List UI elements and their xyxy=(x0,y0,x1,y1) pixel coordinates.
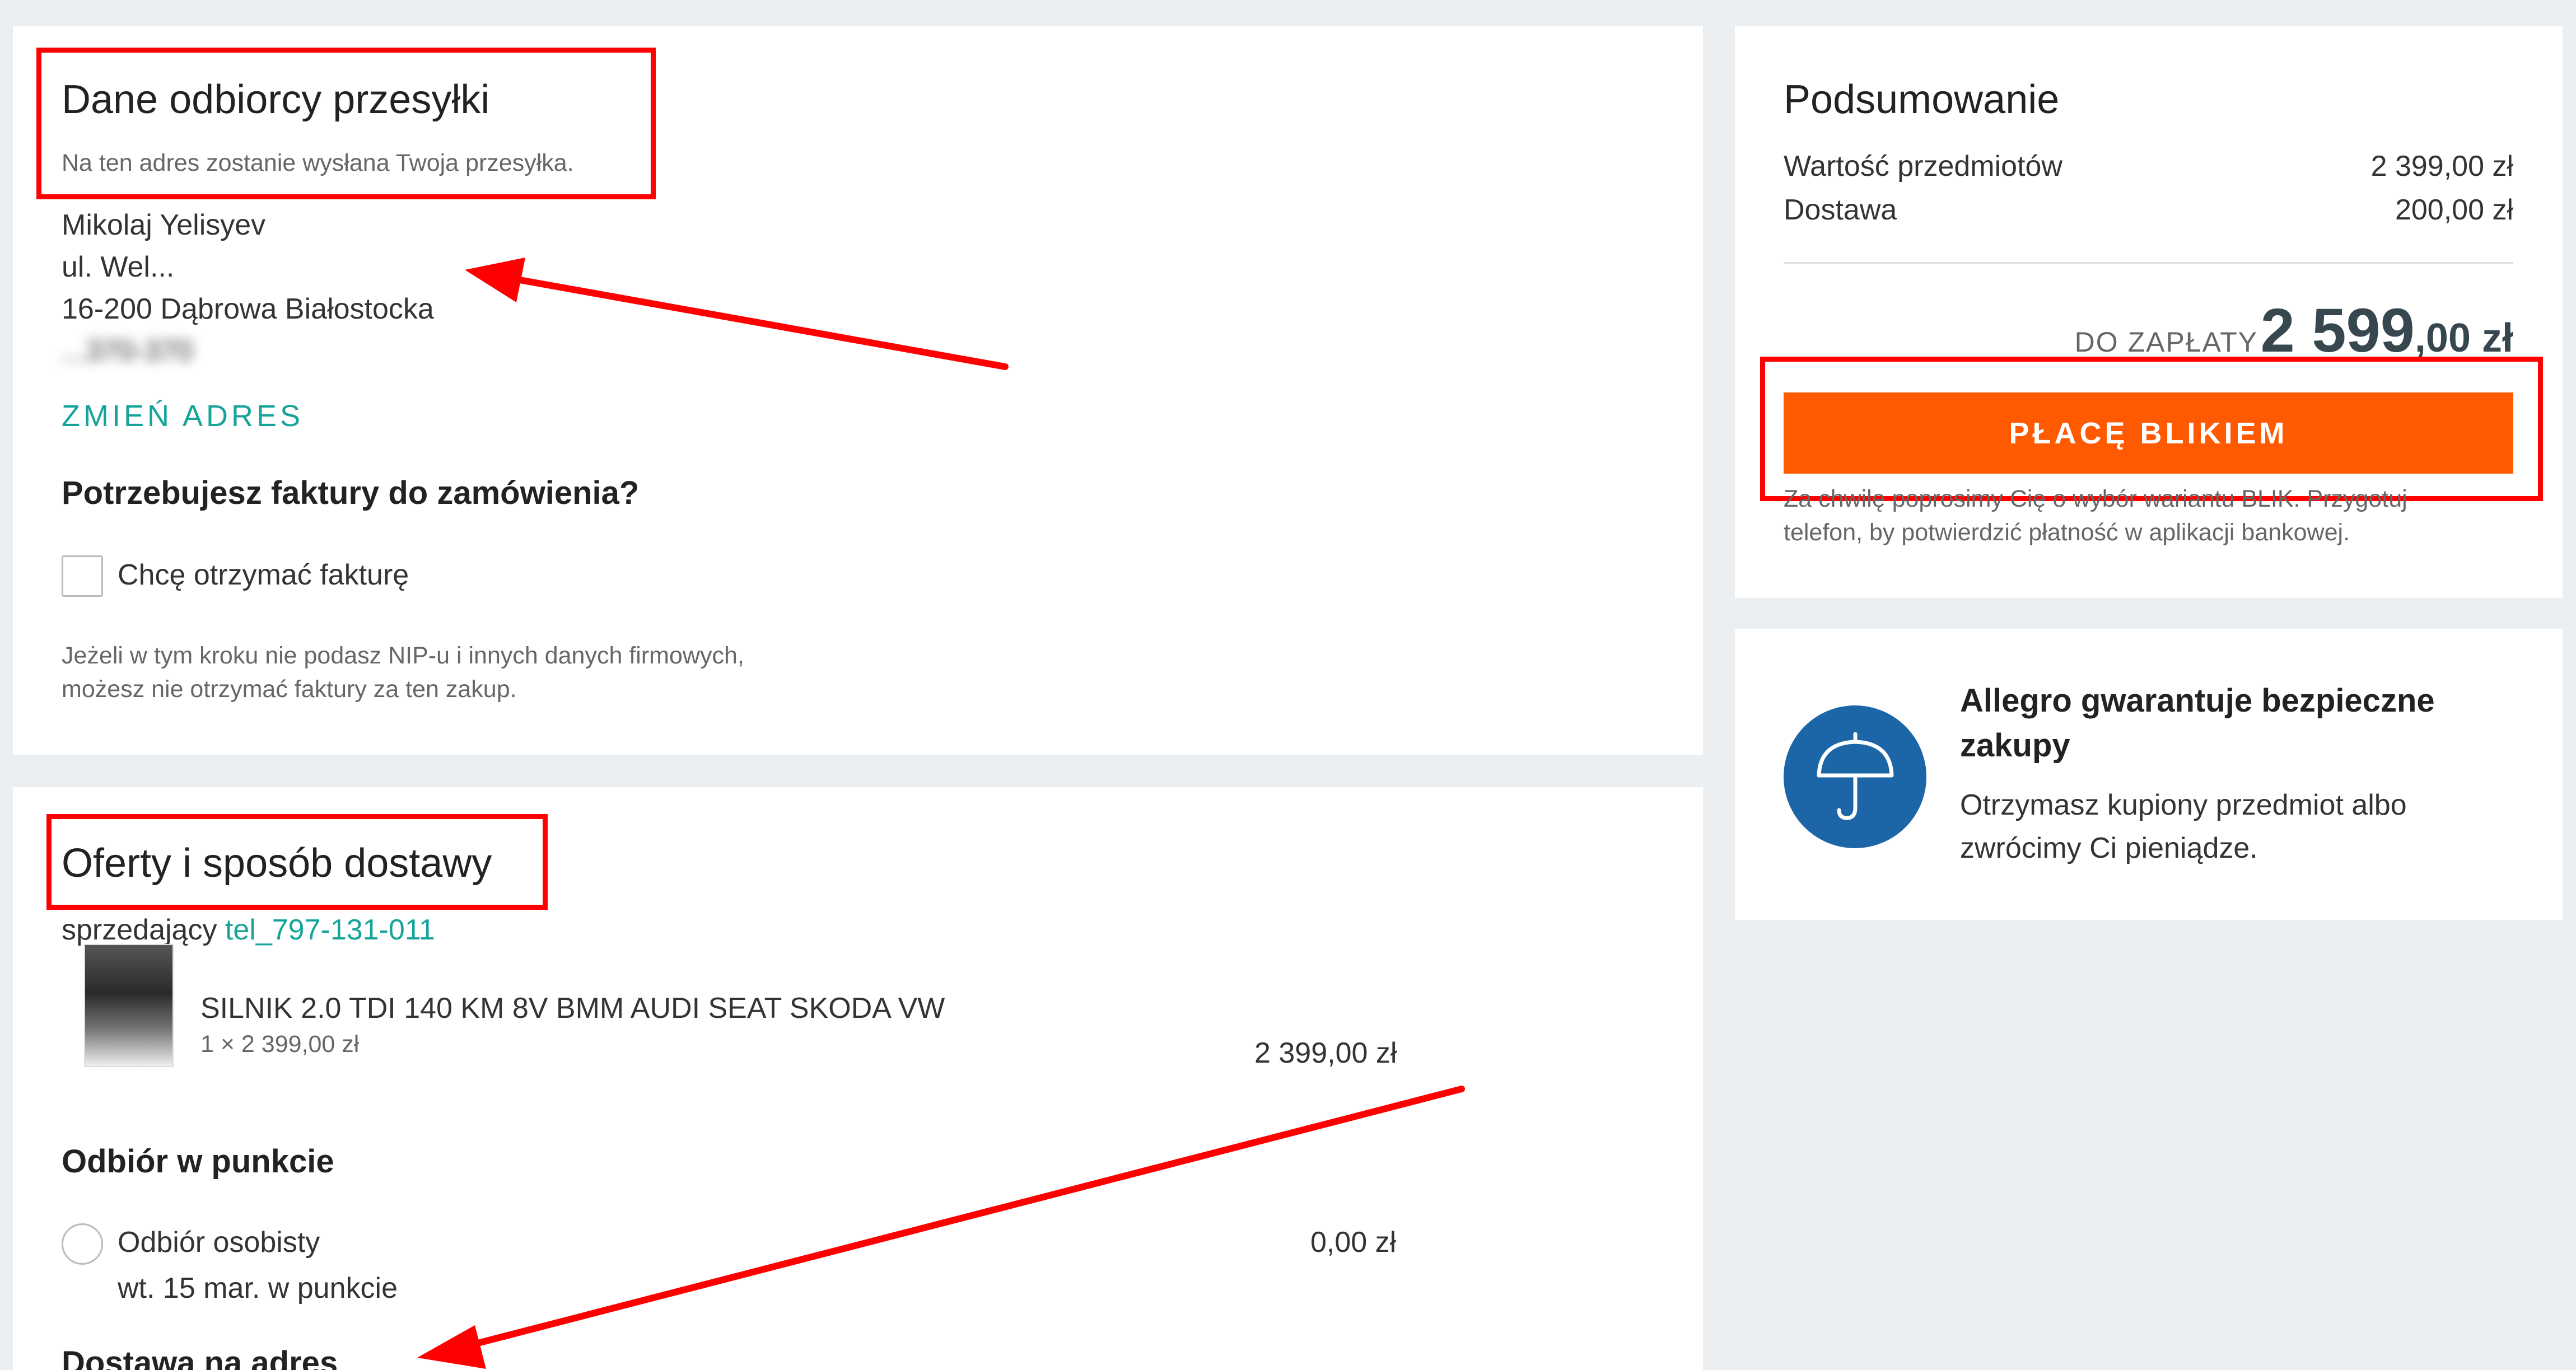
to-pay-label: DO ZAPŁATY xyxy=(2074,326,2258,358)
delivery-heading: Dostawa na adres xyxy=(62,1345,338,1370)
umbrella-icon xyxy=(1784,705,1926,848)
summary-panel: Podsumowanie Wartość przedmiotów 2 399,0… xyxy=(1735,26,2563,598)
guarantee-text-line2: zwrócimy Ci pieniądze. xyxy=(1960,832,2258,864)
change-address-link[interactable]: ZMIEŃ ADRES xyxy=(62,399,304,433)
invoice-question: Potrzebujesz faktury do zamówienia? xyxy=(62,475,640,511)
pickup-option-label[interactable]: Odbiór osobisty xyxy=(118,1226,320,1259)
product-qty-price: 1 × 2 399,00 zł xyxy=(200,1031,360,1058)
to-pay-cents: ,00 zł xyxy=(2414,316,2513,361)
to-pay-amount: 2 599 xyxy=(2260,296,2415,365)
address-name: Mikolaj Yelisyev xyxy=(62,209,266,241)
annotation-box-recipient xyxy=(36,48,656,199)
guarantee-title-line1: Allegro gwarantuje bezpieczne xyxy=(1960,682,2435,719)
umbrella-icon-svg xyxy=(1817,732,1893,820)
pickup-heading: Odbiór w punkcie xyxy=(62,1143,334,1180)
pickup-option-price: 0,00 zł xyxy=(1310,1226,1397,1259)
annotation-box-offers xyxy=(46,814,548,910)
address-street: ul. Wel... xyxy=(62,251,175,283)
to-pay-row: DO ZAPŁATY 2 599,00 zł xyxy=(2075,295,2513,366)
seller-link[interactable]: tel_797-131-011 xyxy=(225,914,435,946)
pickup-radio[interactable] xyxy=(62,1223,103,1265)
summary-divider xyxy=(1784,262,2513,264)
offers-panel: Oferty i sposób dostawy sprzedający tel_… xyxy=(13,787,1703,1370)
annotation-box-pay xyxy=(1760,357,2543,501)
items-value-label: Wartość przedmiotów xyxy=(1784,150,2062,183)
blik-note-line2: telefon, by potwierdzić płatność w aplik… xyxy=(1784,519,2350,546)
seller-line: sprzedający tel_797-131-011 xyxy=(62,913,435,947)
invoice-checkbox-label[interactable]: Chcę otrzymać fakturę xyxy=(118,558,409,592)
seller-prefix: sprzedający xyxy=(62,914,217,946)
guarantee-title-line2: zakupy xyxy=(1960,727,2070,764)
delivery-value: 200,00 zł xyxy=(2395,194,2513,226)
address-city: 16-200 Dąbrowa Białostocka xyxy=(62,293,434,325)
product-total: 2 399,00 zł xyxy=(1254,1037,1397,1069)
guarantee-text-line1: Otrzymasz kupiony przedmiot albo xyxy=(1960,789,2407,821)
guarantee-panel: Allegro gwarantuje bezpieczne zakupy Otr… xyxy=(1735,629,2563,920)
product-thumbnail[interactable] xyxy=(84,944,174,1067)
summary-title: Podsumowanie xyxy=(1784,77,2060,122)
blik-note-line1: Za chwilę poprosimy Cię o wybór wariantu… xyxy=(1784,485,2407,512)
address-phone: ...370-370 xyxy=(62,335,193,367)
invoice-checkbox[interactable] xyxy=(62,555,103,597)
product-name[interactable]: SILNIK 2.0 TDI 140 KM 8V BMM AUDI SEAT S… xyxy=(200,992,945,1025)
delivery-label: Dostawa xyxy=(1784,194,1897,226)
invoice-note-line2: możesz nie otrzymać faktury za ten zakup… xyxy=(62,676,517,703)
items-value: 2 399,00 zł xyxy=(2370,150,2513,183)
invoice-note-line1: Jeżeli w tym kroku nie podasz NIP-u i in… xyxy=(62,642,744,669)
pickup-option-date: wt. 15 mar. w punkcie xyxy=(118,1272,398,1304)
recipient-panel: Dane odbiorcy przesyłki Na ten adres zos… xyxy=(13,26,1703,755)
